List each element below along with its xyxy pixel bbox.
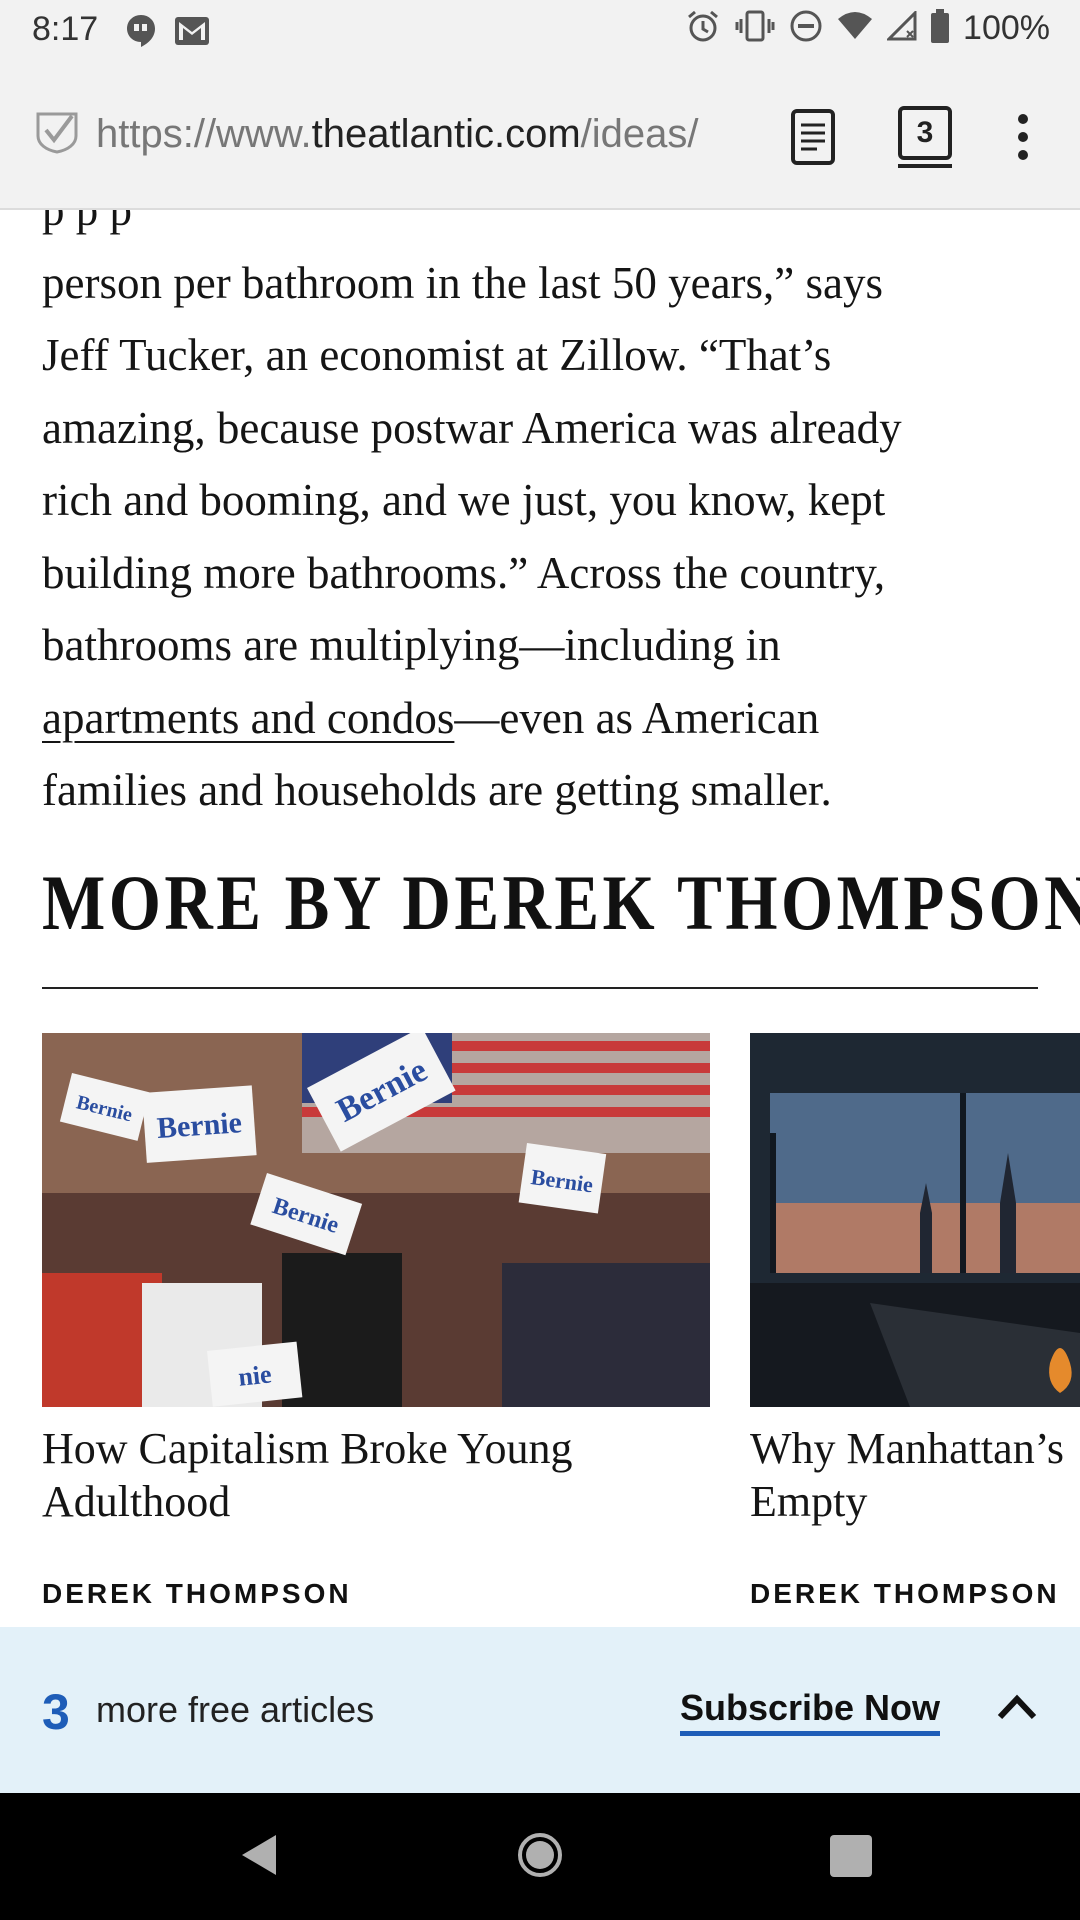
article-line: building more bathrooms.” Across the cou… <box>42 547 886 598</box>
article-line-tail: —even as American <box>454 692 820 743</box>
more-by-heading: MORE BY DEREK THOMPSON <box>42 859 1080 946</box>
sign-text: Bernie <box>156 1106 243 1145</box>
status-bar: 8:17 100% <box>0 0 1080 62</box>
apartments-condos-link[interactable]: apartments and condos <box>42 693 454 743</box>
system-nav-bar <box>0 1793 1080 1920</box>
subscribe-now-link[interactable]: Subscribe Now <box>680 1687 941 1736</box>
article-line: amazing, because postwar America was alr… <box>42 402 902 453</box>
signal-icon <box>885 9 917 46</box>
url-field[interactable]: https://www.theatlantic.com/ideas/ <box>96 112 756 164</box>
status-notification-icons <box>126 14 210 53</box>
overflow-menu-button[interactable] <box>1016 114 1030 164</box>
url-fade <box>700 108 760 168</box>
article-line: Jeff Tucker, an economist at Zillow. “Th… <box>42 330 832 380</box>
vibrate-icon <box>735 9 775 48</box>
free-article-count: 3 <box>42 1684 70 1740</box>
gmail-icon <box>174 16 210 51</box>
free-articles-label: more free articles <box>96 1689 375 1730</box>
article-line: p p p <box>42 210 132 235</box>
browser-toolbar: https://www.theatlantic.com/ideas/ 3 <box>0 62 1080 210</box>
section-divider <box>42 987 1038 989</box>
site-info-icon[interactable] <box>34 110 80 161</box>
battery-icon <box>931 9 950 48</box>
card-title[interactable]: Why Manhattan’s Empty <box>750 1422 1064 1528</box>
article-paragraph: p p p person per bathroom in the last 50… <box>42 210 1042 827</box>
home-icon[interactable] <box>516 1831 564 1884</box>
card-author[interactable]: DEREK THOMPSON <box>750 1578 1060 1610</box>
do-not-disturb-icon <box>789 9 823 48</box>
card-title-line: Adulthood <box>42 1477 231 1526</box>
article-line: apartments and condos—even as American <box>42 682 1042 755</box>
wifi-icon <box>837 11 873 46</box>
paywall-banner: 3 more free articles Subscribe Now <box>0 1627 1080 1793</box>
tab-switcher-button[interactable]: 3 <box>898 106 952 160</box>
recents-icon[interactable] <box>830 1835 872 1877</box>
chevron-up-icon[interactable] <box>996 1691 1038 1721</box>
card-author[interactable]: DEREK THOMPSON <box>42 1578 352 1610</box>
url-path: /ideas/ <box>580 112 699 156</box>
alarm-icon <box>685 8 721 49</box>
reader-mode-button[interactable] <box>790 108 836 166</box>
url-prefix: https://www. <box>96 112 312 156</box>
card-image-rally[interactable]: Bernie Bernie Bernie Bernie Bernie nie <box>42 1033 710 1407</box>
card-image-manhattan[interactable] <box>750 1033 1080 1407</box>
card-title[interactable]: How Capitalism Broke Young Adulthood <box>42 1422 572 1528</box>
article-line: bathrooms are multiplying—including in <box>42 620 781 670</box>
manhattan-photo <box>750 1033 1080 1407</box>
tab-switcher-underline <box>898 164 952 168</box>
article-line: families and households are getting smal… <box>42 765 832 815</box>
rally-photo: Bernie Bernie Bernie Bernie Bernie nie <box>42 1033 710 1407</box>
card-title-line: Why Manhattan’s <box>750 1424 1065 1473</box>
article-content: p p p person per bathroom in the last 50… <box>0 210 1080 830</box>
status-time: 8:17 <box>32 10 99 48</box>
article-line: rich and booming, and we just, you know,… <box>42 475 886 525</box>
article-line: person per bathroom in the last 50 years… <box>42 257 884 308</box>
back-icon[interactable] <box>238 1831 280 1884</box>
status-system-icons: 100% <box>685 8 1050 49</box>
card-title-line: Empty <box>750 1477 868 1526</box>
card-title-line: How Capitalism Broke Young <box>42 1424 573 1473</box>
hangouts-icon <box>126 14 156 53</box>
battery-percentage: 100% <box>963 9 1050 47</box>
sign-text: nie <box>237 1359 273 1391</box>
url-host: theatlantic.com <box>311 112 581 156</box>
